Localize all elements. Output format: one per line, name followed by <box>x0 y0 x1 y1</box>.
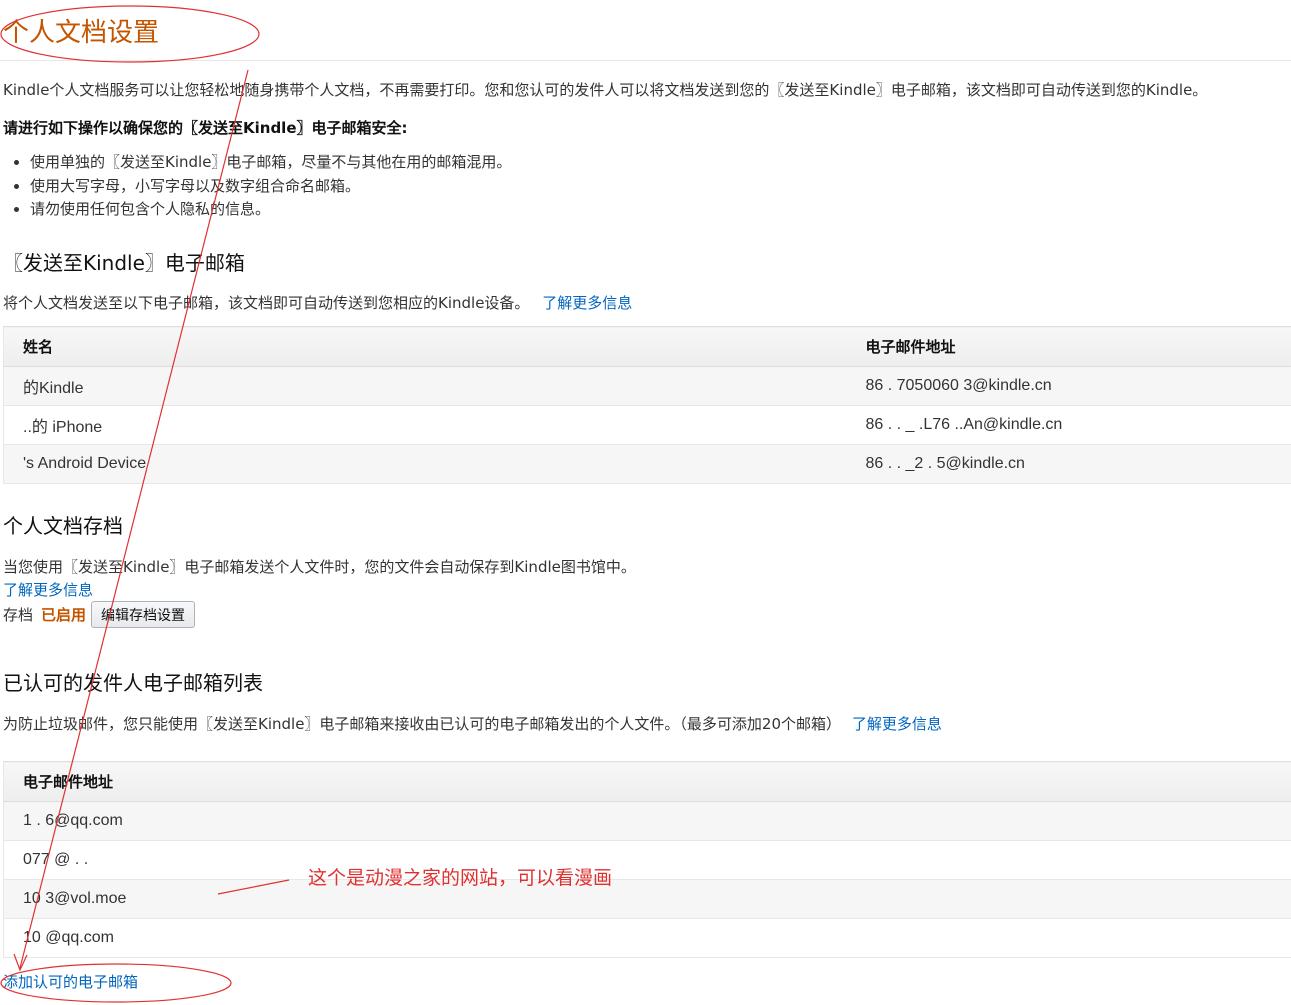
send-to-kindle-description-text: 将个人文档发送至以下电子邮箱，该文档即可自动传送到您相应的Kindle设备。 <box>3 294 530 312</box>
column-header-email[interactable]: 电子邮件地址 <box>3 761 1291 802</box>
archive-learn-more-link[interactable]: 了解更多信息 <box>3 579 93 600</box>
archive-status: 存档 已启用 编辑存档设置 <box>3 601 196 628</box>
security-tip: 请勿使用任何包含个人隐私的信息。 <box>30 198 511 222</box>
intro-text: Kindle个人文档服务可以让您轻松地随身携带个人文档，不再需要打印。您和您认可… <box>3 81 1208 99</box>
add-approved-email-link[interactable]: 添加认可的电子邮箱 <box>3 971 138 992</box>
approved-email: 10 @qq.com <box>3 918 1291 958</box>
page-title: 个人文档设置 <box>3 18 160 48</box>
approved-senders-heading: 已认可的发件人电子邮箱列表 <box>3 671 263 695</box>
device-name: ..的 iPhone <box>3 405 847 445</box>
device-name: 's Android Device <box>3 444 847 484</box>
table-row: 的Kindle 86 . 7050060 3@kindle.cn <box>3 366 1291 406</box>
column-header-name[interactable]: 姓名 <box>3 326 847 367</box>
approved-email: 1 . 6@qq.com <box>3 801 1291 841</box>
device-email: 86 . . _2 . 5@kindle.cn <box>846 444 1291 484</box>
table-row: 10 3@vol.moe <box>3 879 1291 919</box>
personal-document-settings-page: 个人文档设置 Kindle个人文档服务可以让您轻松地随身携带个人文档，不再需要打… <box>0 0 1291 1005</box>
send-to-kindle-learn-more-link[interactable]: 了解更多信息 <box>542 294 632 312</box>
send-to-kindle-description: 将个人文档发送至以下电子邮箱，该文档即可自动传送到您相应的Kindle设备。 了… <box>3 292 632 313</box>
table-row: 's Android Device 86 . . _2 . 5@kindle.c… <box>3 444 1291 484</box>
table-row: 10 @qq.com <box>3 918 1291 958</box>
approved-senders-table: 电子邮件地址 1 . 6@qq.com 077 @ . . 10 3@vol.m… <box>3 761 1291 958</box>
approved-senders-description-text: 为防止垃圾邮件，您只能使用〖发送至Kindle〗电子邮箱来接收由已认可的电子邮箱… <box>3 715 842 733</box>
approved-senders-description: 为防止垃圾邮件，您只能使用〖发送至Kindle〗电子邮箱来接收由已认可的电子邮箱… <box>3 713 942 734</box>
table-row: 077 @ . . <box>3 840 1291 880</box>
annotation-note: 这个是动漫之家的网站，可以看漫画 <box>308 867 613 889</box>
security-tips-list: 使用单独的〖发送至Kindle〗电子邮箱，尽量不与其他在用的邮箱混用。 使用大写… <box>30 151 511 222</box>
device-email: 86 . . _ .L76 ..An@kindle.cn <box>846 405 1291 445</box>
security-tips-heading: 请进行如下操作以确保您的〖发送至Kindle〗电子邮箱安全: <box>3 119 408 137</box>
security-tip: 使用大写字母，小写字母以及数字组合命名邮箱。 <box>30 175 511 199</box>
archive-description: 当您使用〖发送至Kindle〗电子邮箱发送个人文件时，您的文件会自动保存到Kin… <box>3 558 636 576</box>
send-to-kindle-table: 姓名 电子邮件地址 的Kindle 86 . 7050060 3@kindle.… <box>3 326 1291 484</box>
approved-senders-learn-more-link[interactable]: 了解更多信息 <box>852 715 942 733</box>
send-to-kindle-heading: 〖发送至Kindle〗电子邮箱 <box>3 251 245 275</box>
device-name: 的Kindle <box>3 366 847 406</box>
approved-email: 077 @ . . <box>3 840 1291 880</box>
security-tip: 使用单独的〖发送至Kindle〗电子邮箱，尽量不与其他在用的邮箱混用。 <box>30 151 511 175</box>
edit-archive-settings-button[interactable]: 编辑存档设置 <box>91 601 196 628</box>
column-header-email[interactable]: 电子邮件地址 <box>846 326 1291 367</box>
archive-heading: 个人文档存档 <box>3 514 123 538</box>
approved-email: 10 3@vol.moe <box>3 879 1291 919</box>
archive-status-value: 已启用 <box>41 606 87 624</box>
archive-status-label: 存档 <box>3 606 34 624</box>
device-email: 86 . 7050060 3@kindle.cn <box>846 366 1291 406</box>
title-divider <box>0 60 1291 61</box>
table-row: ..的 iPhone 86 . . _ .L76 ..An@kindle.cn <box>3 405 1291 445</box>
table-row: 1 . 6@qq.com <box>3 801 1291 841</box>
